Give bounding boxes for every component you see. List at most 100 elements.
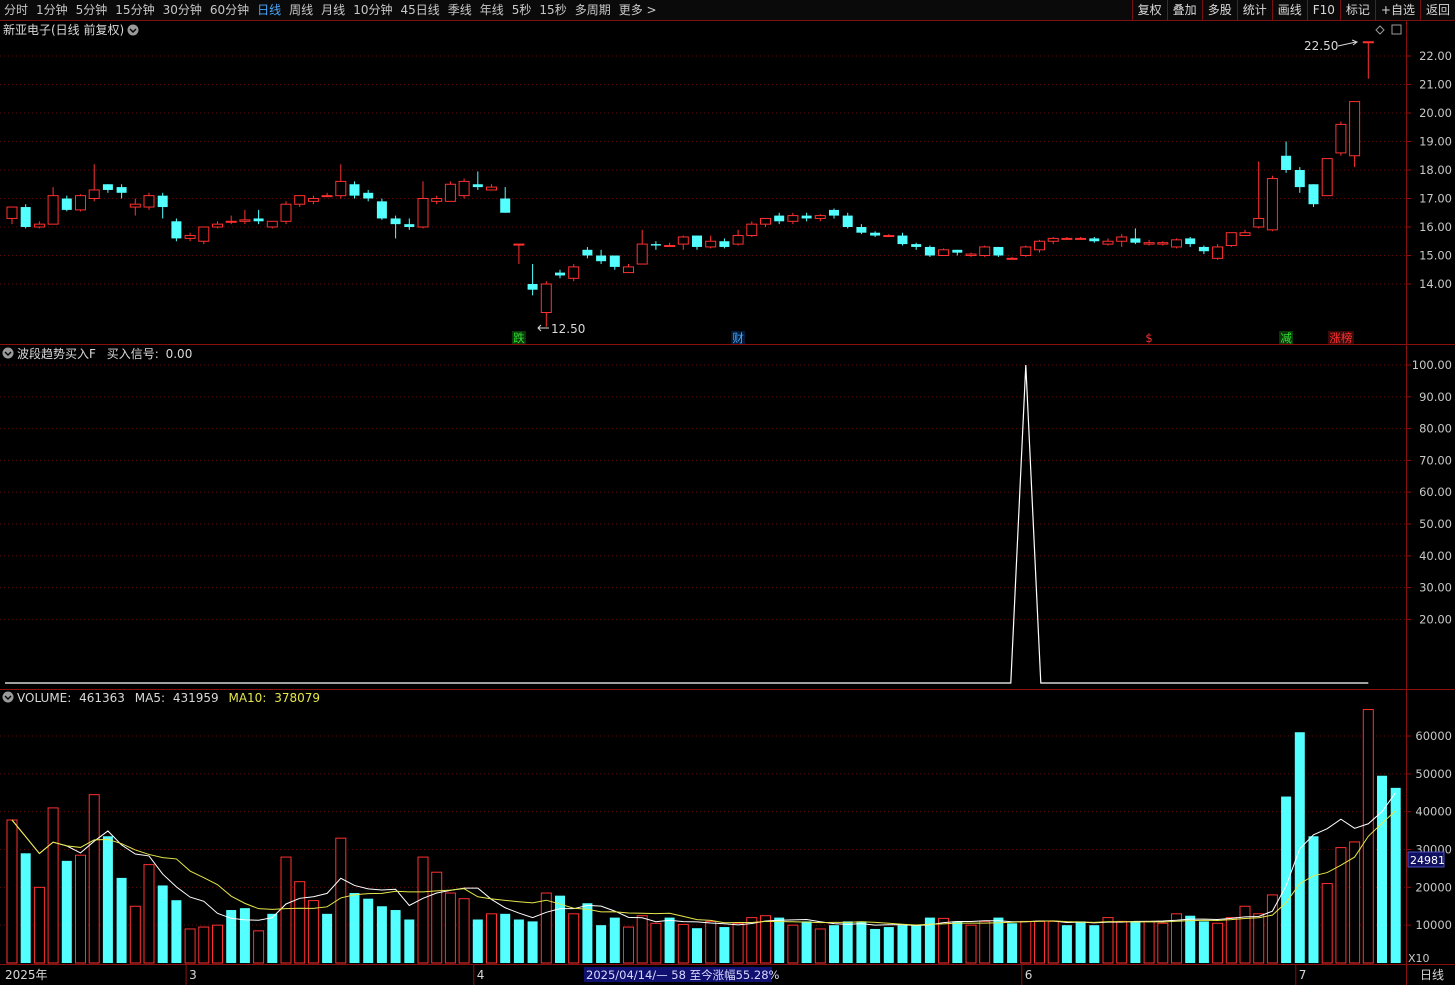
candle-body: [61, 198, 72, 210]
volume-ma-lines: [11, 792, 1397, 927]
candle-body: [513, 243, 525, 246]
volume-bar: [829, 925, 839, 963]
volume-bar: [1061, 925, 1072, 963]
volume-bar: [596, 925, 607, 963]
volume-bar: [965, 924, 977, 964]
candle-body: [1075, 237, 1087, 240]
candle-body: [1116, 236, 1128, 242]
candle-body: [129, 203, 141, 208]
volume-bar: [760, 915, 771, 964]
indicator-tick-label: 50.00: [1419, 517, 1452, 531]
volume-bar: [322, 913, 333, 963]
price-tick-label: 19.00: [1419, 135, 1452, 149]
candle-body: [938, 249, 950, 257]
candle-body: [582, 249, 593, 256]
candle-body: [870, 232, 881, 236]
volume-bar: [870, 928, 881, 963]
candle-body: [6, 206, 18, 219]
price-tick-label: 22.00: [1419, 49, 1452, 63]
volume-bar: [212, 924, 223, 964]
volume-bar: [1130, 921, 1141, 963]
ma10-line: [11, 810, 1397, 926]
candle-body: [911, 244, 922, 247]
unit-tag: X10: [1408, 952, 1430, 965]
volume-bar: [623, 926, 634, 964]
candle-body: [1020, 246, 1032, 256]
candle-body: [363, 192, 374, 199]
volume-title[interactable]: VOLUME: 461363 MA5: 431959 MA10: 378079: [17, 691, 320, 705]
indicator-axis: 20.00 30.00 40.00 50.00 60.00 70.00 80.00 90.00…: [1406, 358, 1452, 626]
volume-bar: [1007, 923, 1018, 963]
volume-bar: [1102, 917, 1114, 964]
volume-bar: [33, 886, 45, 964]
volume-bar: [883, 927, 894, 963]
volume-bar: [692, 928, 702, 963]
volume-bar: [787, 924, 799, 964]
volume-bar: [404, 919, 415, 963]
candle-body: [1185, 238, 1196, 245]
buy-signal-line: [5, 364, 1369, 684]
diamond-icon[interactable]: [1375, 25, 1385, 35]
panel-scroll-icon[interactable]: [1391, 24, 1402, 35]
volume-bar: [979, 920, 991, 964]
volume-bar: [1281, 796, 1292, 963]
candle-body: [444, 183, 456, 202]
volume-bar: [1225, 917, 1237, 964]
candle-body: [1047, 237, 1059, 242]
volume-bar: [6, 819, 18, 964]
chevron-down-icon[interactable]: [2, 347, 14, 359]
period-tag[interactable]: 日线: [1420, 968, 1444, 982]
volume-bar: [952, 921, 963, 963]
candle-body: [20, 207, 31, 227]
candle-body: [212, 223, 223, 228]
candle-body: [335, 180, 347, 197]
volume-bar: [417, 856, 429, 964]
candle-body: [540, 283, 552, 313]
volume-bar: [814, 928, 826, 964]
candle-body: [636, 243, 648, 265]
candle-body: [692, 235, 702, 247]
candle-body: [171, 221, 182, 239]
indicator-tick-label: 90.00: [1419, 390, 1452, 404]
volume-bar: [253, 930, 265, 964]
volume-bar: [650, 922, 662, 964]
volume-bar: [88, 794, 100, 964]
volume-bar: [184, 928, 196, 964]
event-markers: 跌 财 $ 减 涨榜: [511, 331, 1354, 345]
indicator-tick-label: 80.00: [1419, 422, 1452, 436]
candle-body: [555, 272, 565, 276]
price-panel-title[interactable]: 新亚电子(日线 前复权): [3, 22, 124, 37]
indicator-title[interactable]: 波段趋势买入F 买入信号: 0.00: [17, 346, 192, 361]
candle-body: [376, 201, 387, 219]
candle-body: [623, 266, 634, 274]
volume-bar: [1020, 920, 1032, 964]
volume-bar: [486, 913, 497, 964]
candle-body: [390, 218, 401, 225]
candle-body: [1089, 238, 1100, 242]
volume-bar: [280, 856, 292, 964]
volume-bar: [774, 917, 785, 963]
volume-tick-label: 10000: [1415, 918, 1452, 932]
candle-body: [102, 184, 113, 190]
candle-body: [280, 203, 292, 222]
volume-bar: [1349, 841, 1361, 964]
chevron-down-icon[interactable]: [127, 24, 139, 36]
candle-body: [897, 235, 908, 245]
candle-body: [664, 245, 676, 248]
candle-body: [472, 184, 483, 188]
volume-bar: [102, 836, 113, 963]
candle-body: [198, 226, 210, 242]
volume-tick-label: 40000: [1415, 805, 1452, 819]
candle-body: [1281, 155, 1292, 170]
candle-body: [746, 223, 758, 237]
candle-body: [307, 198, 319, 202]
volume-bar: [705, 920, 717, 964]
candle-body: [266, 220, 278, 228]
volume-bar: [513, 919, 524, 963]
event-marker: $: [1145, 331, 1152, 345]
candle-body: [239, 219, 251, 222]
candle-body: [1034, 240, 1045, 251]
indicator-name: 波段趋势买入F: [17, 346, 96, 361]
chevron-down-icon[interactable]: [2, 691, 14, 703]
price-tick-label: 16.00: [1419, 220, 1452, 234]
